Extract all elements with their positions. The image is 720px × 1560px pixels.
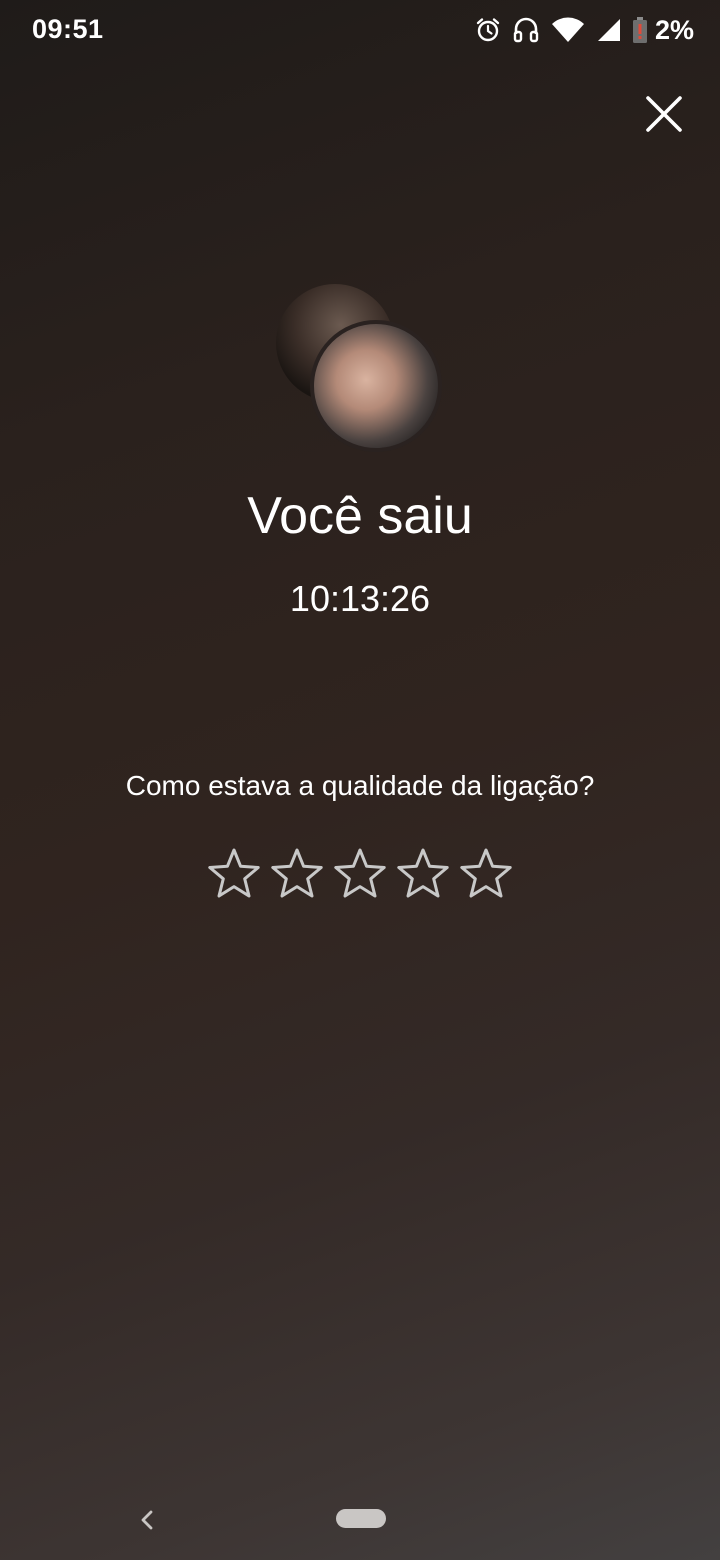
- headset-icon: [513, 16, 539, 44]
- star-icon: [208, 848, 260, 898]
- status-time: 09:51: [32, 14, 104, 44]
- signal-icon: [597, 18, 621, 42]
- status-bar: 09:51 2%: [0, 0, 720, 62]
- star-2-button[interactable]: [268, 846, 326, 904]
- wifi-icon: [551, 17, 585, 43]
- battery-icon: [632, 17, 647, 43]
- star-rating: [205, 846, 515, 906]
- star-icon: [397, 848, 449, 898]
- alarm-icon: [475, 17, 501, 43]
- rating-question: Como estava a qualidade da ligação?: [125, 770, 595, 801]
- star-5-button[interactable]: [457, 846, 515, 904]
- call-duration: 10:13:26: [289, 578, 431, 619]
- star-4-button[interactable]: [394, 846, 452, 904]
- close-button[interactable]: [638, 90, 690, 142]
- star-icon: [460, 848, 512, 898]
- back-button[interactable]: [132, 1500, 162, 1540]
- star-icon: [334, 848, 386, 898]
- star-icon: [271, 848, 323, 898]
- call-status-title: Você saiu: [247, 487, 473, 545]
- home-pill-button[interactable]: [336, 1509, 386, 1528]
- status-icons: 2%: [475, 14, 694, 46]
- participant-avatars: [270, 280, 450, 460]
- battery-percent: 2%: [654, 14, 694, 45]
- back-chevron-icon: [141, 1510, 153, 1530]
- star-1-button[interactable]: [205, 846, 263, 904]
- star-3-button[interactable]: [331, 846, 389, 904]
- navigation-bar: [0, 1480, 720, 1560]
- close-icon: [644, 94, 684, 139]
- avatar: [310, 320, 442, 452]
